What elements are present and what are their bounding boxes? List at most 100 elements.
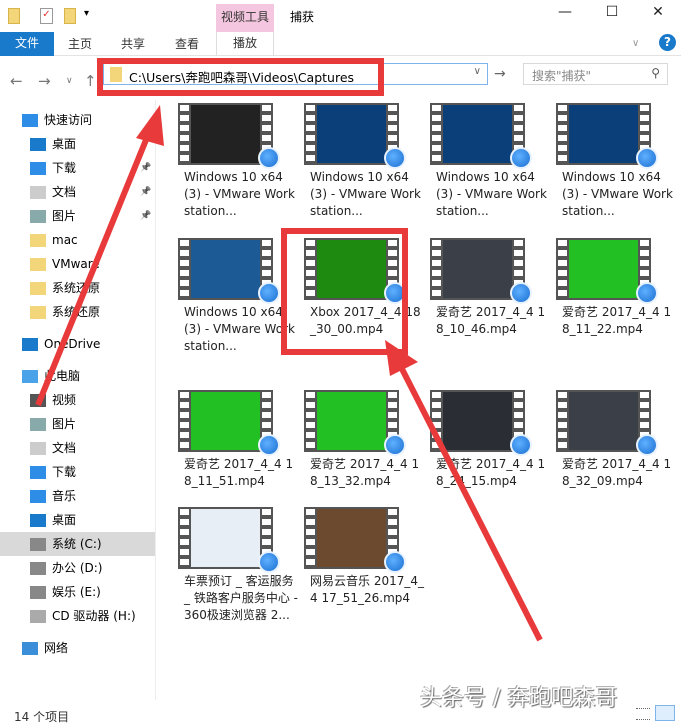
drive-icon bbox=[30, 586, 46, 599]
media-player-icon bbox=[510, 434, 532, 456]
properties-icon[interactable]: ✓ bbox=[40, 8, 53, 24]
drive-icon bbox=[30, 538, 46, 551]
sidebar-item-label: 系统还原 bbox=[52, 305, 101, 319]
sidebar-item-label: 文档 bbox=[52, 185, 77, 199]
file-name: Windows 10 x64 (3) - VMware Workstation.… bbox=[436, 170, 547, 218]
document-icon bbox=[30, 186, 46, 199]
folder-icon bbox=[8, 8, 20, 24]
sidebar-item-label: 图片 bbox=[52, 417, 77, 431]
sidebar-item[interactable]: 系统还原 bbox=[30, 300, 100, 324]
media-player-icon bbox=[636, 282, 658, 304]
tab-play[interactable]: 播放 bbox=[216, 32, 274, 56]
cloud-icon bbox=[22, 338, 38, 351]
sidebar-item[interactable]: 办公 (D:) bbox=[30, 556, 102, 580]
network-icon bbox=[22, 642, 38, 655]
address-dropdown-icon[interactable]: ∨ bbox=[474, 66, 481, 77]
pin-icon[interactable]: 📌 bbox=[140, 204, 151, 228]
file-name: 车票预订 _ 客运服务 _ 铁路客户服务中心 - 360极速浏览器 2... bbox=[184, 574, 298, 622]
sidebar-item[interactable]: 下载 bbox=[30, 460, 76, 484]
sidebar-item-label: CD 驱动器 (H:) bbox=[52, 609, 136, 623]
media-player-icon bbox=[510, 147, 532, 169]
sidebar-item[interactable]: OneDrive bbox=[22, 332, 100, 356]
file-name: Windows 10 x64 (3) - VMware Workstation.… bbox=[562, 170, 673, 218]
maximize-button[interactable]: ☐ bbox=[597, 4, 627, 20]
tab-share[interactable]: 共享 bbox=[121, 35, 145, 52]
sidebar-item-label: 桌面 bbox=[52, 137, 77, 151]
sidebar-item[interactable]: 图片 bbox=[30, 412, 76, 436]
sidebar-item[interactable]: 系统 (C:) bbox=[0, 532, 155, 556]
sidebar-item[interactable]: 系统还原 bbox=[30, 276, 100, 300]
help-icon[interactable]: ? bbox=[659, 34, 676, 51]
pictures-icon bbox=[30, 418, 46, 431]
title-bar: ✓ ▾ 视频工具 捕获 — ☐ ✕ bbox=[0, 0, 681, 32]
pin-icon[interactable]: 📌 bbox=[140, 180, 151, 204]
sidebar-item-label: 文档 bbox=[52, 441, 77, 455]
sidebar-item[interactable]: 此电脑 bbox=[22, 364, 80, 388]
sidebar-item[interactable]: CD 驱动器 (H:) bbox=[30, 604, 136, 628]
forward-button[interactable]: → bbox=[38, 72, 51, 90]
file-name: 网易云音乐 2017_4_4 17_51_26.mp4 bbox=[310, 574, 424, 605]
expand-ribbon-icon[interactable]: ∨ bbox=[632, 38, 639, 49]
media-player-icon bbox=[258, 147, 280, 169]
sidebar-item-label: 视频 bbox=[52, 393, 77, 407]
drive-icon bbox=[30, 562, 46, 575]
ribbon-tabs: 文件 主页 共享 查看 播放 ∨ ? bbox=[0, 32, 681, 56]
sidebar-item[interactable]: VMware bbox=[30, 252, 100, 276]
sidebar-item-label: OneDrive bbox=[44, 337, 101, 351]
video-icon bbox=[30, 394, 46, 407]
sidebar-item[interactable]: 桌面 bbox=[30, 132, 76, 156]
download-icon bbox=[30, 466, 46, 479]
new-folder-icon[interactable] bbox=[64, 8, 76, 24]
file-name: Windows 10 x64 (3) - VMware Workstation.… bbox=[310, 170, 421, 218]
recent-dropdown-icon[interactable]: ∨ bbox=[66, 76, 73, 86]
star-icon bbox=[22, 114, 38, 127]
sidebar-item[interactable]: 下载 📌 bbox=[30, 156, 151, 180]
sidebar-item[interactable]: 图片 📌 bbox=[30, 204, 151, 228]
tab-view[interactable]: 查看 bbox=[175, 35, 199, 52]
go-button[interactable]: → bbox=[494, 66, 506, 82]
file-name: 爱奇艺 2017_4_4 18_13_32.mp4 bbox=[310, 457, 420, 488]
download-icon bbox=[30, 162, 46, 175]
sidebar-item-label: 桌面 bbox=[52, 513, 77, 527]
status-item-count: 14 个项目 bbox=[14, 710, 70, 724]
sidebar-item[interactable]: mac bbox=[30, 228, 78, 252]
file-name: 爱奇艺 2017_4_4 18_11_51.mp4 bbox=[184, 457, 294, 488]
tab-file[interactable]: 文件 bbox=[0, 32, 54, 56]
media-player-icon bbox=[384, 282, 406, 304]
pin-icon[interactable]: 📌 bbox=[140, 156, 151, 180]
large-icons-view-button[interactable] bbox=[655, 705, 675, 721]
back-button[interactable]: ← bbox=[10, 72, 23, 90]
folder-icon bbox=[30, 282, 46, 295]
file-name: 爱奇艺 2017_4_4 18_32_09.mp4 bbox=[562, 457, 672, 488]
tab-home[interactable]: 主页 bbox=[68, 35, 92, 52]
customize-dropdown-icon[interactable]: ▾ bbox=[84, 8, 89, 19]
sidebar-item[interactable]: 视频 bbox=[30, 388, 76, 412]
sidebar-item[interactable]: 音乐 bbox=[30, 484, 76, 508]
sidebar-item-label: 音乐 bbox=[52, 489, 77, 503]
details-view-button[interactable] bbox=[636, 708, 650, 720]
sidebar-item[interactable]: 娱乐 (E:) bbox=[30, 580, 101, 604]
sidebar-item-label: 办公 (D:) bbox=[52, 561, 103, 575]
sidebar-item-label: 下载 bbox=[52, 465, 77, 479]
sidebar-item[interactable]: 网络 bbox=[22, 636, 68, 660]
file-name: Xbox 2017_4_4 18_30_00.mp4 bbox=[310, 305, 421, 336]
search-placeholder: 搜索"捕获" bbox=[532, 69, 592, 83]
close-button[interactable]: ✕ bbox=[643, 4, 673, 20]
media-player-icon bbox=[258, 434, 280, 456]
document-icon bbox=[30, 442, 46, 455]
media-player-icon bbox=[384, 434, 406, 456]
video-tools-context-tab: 视频工具 bbox=[216, 4, 274, 32]
sidebar-item-label: 快速访问 bbox=[44, 113, 93, 127]
up-button[interactable]: ↑ bbox=[84, 72, 97, 90]
media-player-icon bbox=[636, 147, 658, 169]
search-input[interactable]: 搜索"捕获" ⚲ bbox=[523, 63, 668, 85]
minimize-button[interactable]: — bbox=[550, 4, 580, 20]
sidebar-item-label: 下载 bbox=[52, 161, 77, 175]
pictures-icon bbox=[30, 210, 46, 223]
sidebar-item[interactable]: 文档 📌 bbox=[30, 180, 151, 204]
sidebar-item[interactable]: 桌面 bbox=[30, 508, 76, 532]
media-player-icon bbox=[258, 551, 280, 573]
sidebar-item[interactable]: 快速访问 bbox=[22, 108, 92, 132]
sidebar-item[interactable]: 文档 bbox=[30, 436, 76, 460]
computer-icon bbox=[22, 370, 38, 383]
